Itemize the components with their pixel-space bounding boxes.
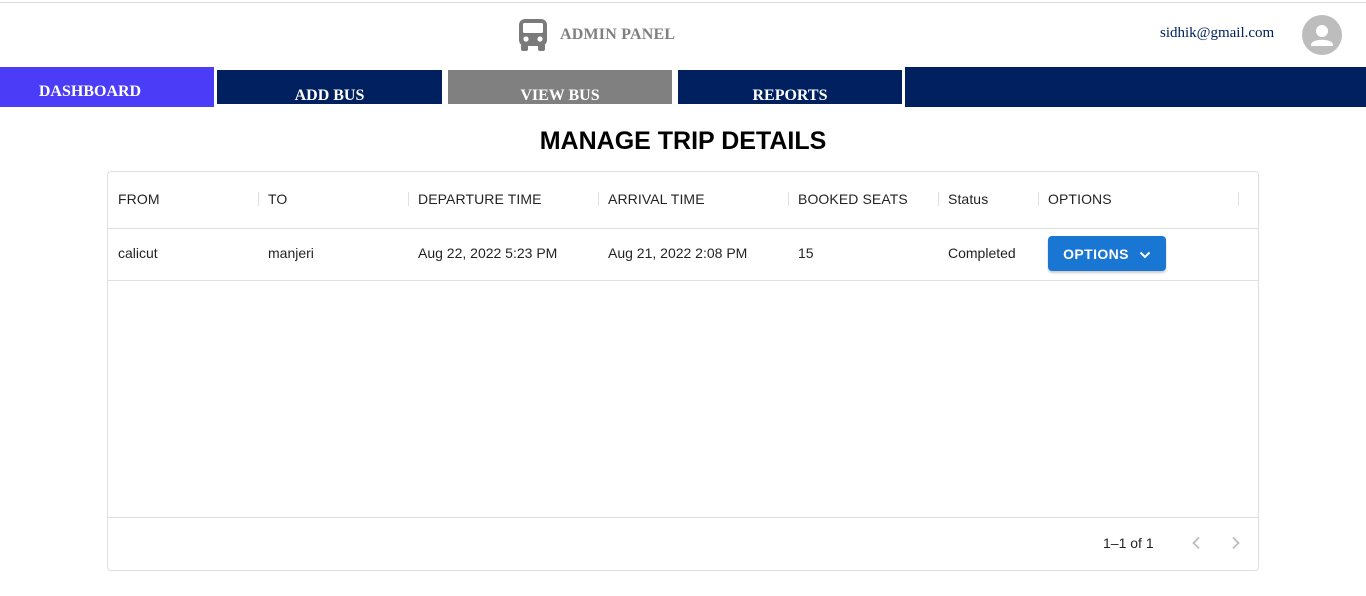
column-separator[interactable] [1038, 192, 1039, 206]
cell-from: calicut [118, 245, 158, 261]
column-header-booked-seats[interactable]: BOOKED SEATS [798, 191, 908, 207]
grid-footer: 1–1 of 1 [108, 517, 1258, 571]
grid-header: FROM TO DEPARTURE TIME ARRIVAL TIME BOOK… [108, 172, 1258, 229]
cell-departure-time: Aug 22, 2022 5:23 PM [418, 245, 558, 261]
nav-reports-label: REPORTS [752, 87, 828, 104]
column-header-status[interactable]: Status [948, 191, 988, 207]
column-separator[interactable] [938, 192, 939, 206]
column-separator[interactable] [788, 192, 789, 206]
nav-filler [905, 67, 1366, 107]
chevron-right-icon [1231, 536, 1241, 553]
bus-icon [518, 18, 548, 52]
nav-reports[interactable]: REPORTS [678, 70, 902, 104]
nav-view-bus-label: VIEW BUS [520, 87, 600, 104]
column-separator[interactable] [408, 192, 409, 206]
cell-arrival-time: Aug 21, 2022 2:08 PM [608, 245, 748, 261]
header: ADMIN PANEL sidhik@gmail.com [0, 3, 1366, 67]
nav-dashboard-label: DASHBOARD [38, 83, 142, 100]
table-row[interactable]: calicut manjeri Aug 22, 2022 5:23 PM Aug… [108, 229, 1258, 281]
column-header-from[interactable]: FROM [118, 191, 160, 207]
user-email: sidhik@gmail.com [1160, 25, 1275, 41]
chevron-down-icon [1139, 246, 1151, 262]
nav-add-bus-label: ADD BUS [294, 87, 365, 104]
trip-data-grid: FROM TO DEPARTURE TIME ARRIVAL TIME BOOK… [107, 171, 1259, 571]
page-title: MANAGE TRIP DETAILS [539, 127, 827, 155]
cell-booked-seats: 15 [798, 245, 814, 261]
options-button[interactable]: OPTIONS [1048, 236, 1166, 271]
column-header-to[interactable]: TO [268, 191, 287, 207]
brand: ADMIN PANEL [518, 18, 675, 52]
person-icon [1302, 25, 1342, 55]
pagination-next-button[interactable] [1222, 530, 1250, 558]
main-nav: DASHBOARD ADD BUS VIEW BUS REPORTS [0, 67, 1366, 107]
chevron-left-icon [1191, 536, 1201, 553]
column-header-arrival-time[interactable]: ARRIVAL TIME [608, 191, 705, 207]
pagination-range: 1–1 of 1 [1103, 535, 1154, 551]
brand-title: ADMIN PANEL [560, 26, 676, 43]
options-button-label: OPTIONS [1063, 245, 1129, 262]
cell-to: manjeri [268, 245, 314, 261]
column-header-departure-time[interactable]: DEPARTURE TIME [418, 191, 542, 207]
column-header-options[interactable]: OPTIONS [1048, 191, 1112, 207]
column-separator[interactable] [1238, 192, 1239, 206]
nav-dashboard[interactable]: DASHBOARD [0, 67, 214, 107]
nav-add-bus[interactable]: ADD BUS [217, 70, 442, 104]
column-separator[interactable] [258, 192, 259, 206]
column-separator[interactable] [598, 192, 599, 206]
nav-view-bus[interactable]: VIEW BUS [448, 70, 672, 104]
avatar[interactable] [1302, 15, 1342, 55]
pagination-prev-button[interactable] [1182, 530, 1210, 558]
cell-status: Completed [948, 245, 1016, 261]
